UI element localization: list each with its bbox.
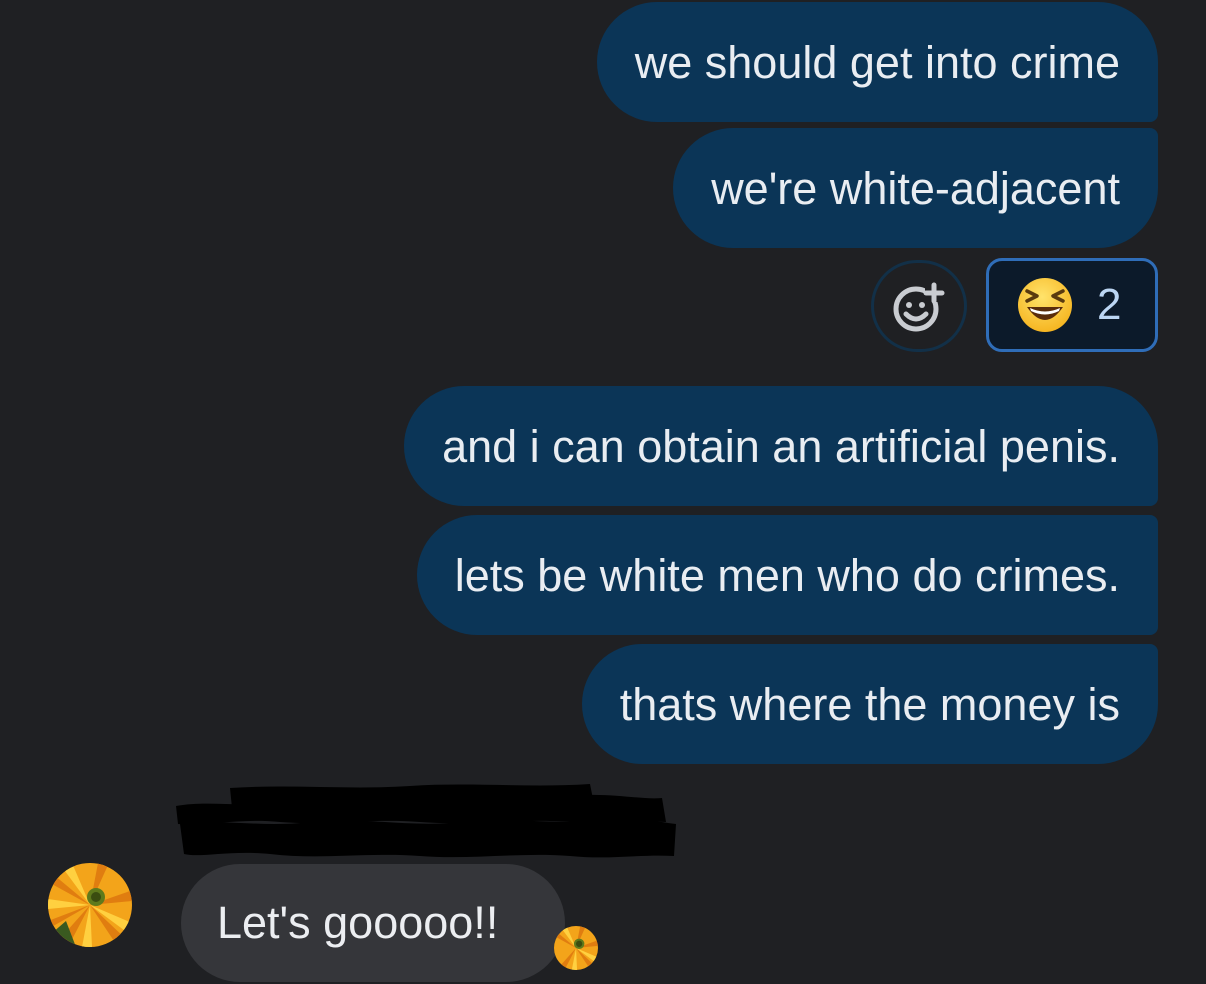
read-receipt-avatar xyxy=(554,926,598,970)
sunflower-avatar xyxy=(554,926,598,970)
grinning-squinting-face-icon xyxy=(1018,278,1072,332)
chat-screen: we should get into crime we're white-adj… xyxy=(0,0,1206,984)
sunflower-avatar xyxy=(48,863,132,947)
message-text: Let's gooooo!! xyxy=(217,897,499,948)
message-bubble-outgoing[interactable]: thats where the money is xyxy=(581,644,1158,764)
reaction-count: 2 xyxy=(1097,280,1122,329)
message-text: we should get into crime xyxy=(634,36,1120,88)
message-text: and i can obtain an artificial penis. xyxy=(442,420,1120,472)
message-bubble-outgoing[interactable]: we're white-adjacent xyxy=(673,128,1158,248)
message-bubble-outgoing[interactable]: we should get into crime xyxy=(596,2,1158,122)
sender-avatar[interactable] xyxy=(48,863,132,947)
message-bubble-incoming[interactable]: Let's gooooo!! xyxy=(181,864,565,982)
redacted-sender-name xyxy=(176,784,676,858)
add-reaction-icon xyxy=(893,282,945,332)
message-text: we're white-adjacent xyxy=(711,162,1120,214)
message-text: thats where the money is xyxy=(619,678,1120,730)
reaction-chip[interactable]: 2 xyxy=(986,258,1158,352)
message-bubble-outgoing[interactable]: and i can obtain an artificial penis. xyxy=(404,386,1158,506)
message-text: lets be white men who do crimes. xyxy=(454,549,1120,601)
message-bubble-outgoing[interactable]: lets be white men who do crimes. xyxy=(416,515,1158,635)
add-reaction-button[interactable] xyxy=(871,260,967,352)
